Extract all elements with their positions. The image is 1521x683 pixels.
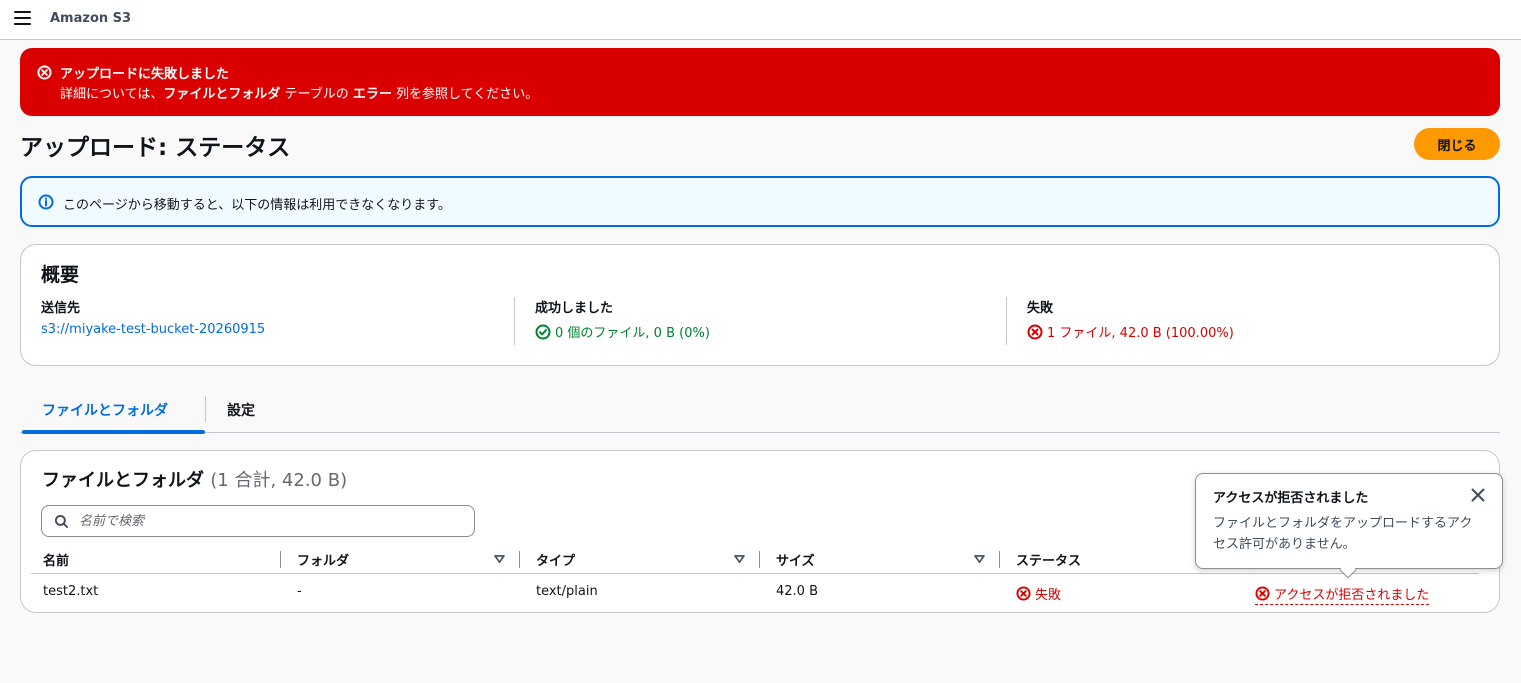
column-divider[interactable]: [519, 551, 520, 568]
cell-status: 失敗: [1016, 584, 1061, 603]
search-field: [41, 505, 475, 537]
sort-down-icon[interactable]: [974, 555, 985, 564]
files-table-count: (1 合計, 42.0 B): [210, 470, 348, 491]
info-alert-text: このページから移動すると、以下の情報は利用できなくなります。: [63, 198, 451, 213]
summary-container: 概要 送信先 s3://miyake-test-bucket-20260915 …: [20, 244, 1500, 366]
flash-text: テーブルの: [280, 87, 353, 102]
tab-settings[interactable]: 設定: [227, 392, 255, 433]
cell-name: test2.txt: [43, 584, 99, 599]
flash-title: アップロードに失敗しました: [60, 67, 230, 82]
error-flashbar: アップロードに失敗しました 詳細については、ファイルとフォルダ テーブルの エラ…: [20, 48, 1500, 116]
success-check-icon: [535, 324, 551, 339]
cell-size: 42.0 B: [776, 584, 818, 599]
table-header-divider: [31, 573, 1479, 574]
files-table-title: ファイルとフォルダ (1 合計, 42.0 B): [42, 466, 347, 492]
column-header-status[interactable]: ステータス: [1016, 550, 1081, 569]
summary-destination: 送信先 s3://miyake-test-bucket-20260915: [41, 297, 265, 337]
status-text: 失敗: [1035, 588, 1062, 603]
column-divider[interactable]: [759, 551, 760, 568]
succeeded-value: 0 個のファイル, 0 B (0%): [555, 326, 710, 341]
error-icon: [1027, 324, 1043, 339]
cell-type: text/plain: [536, 584, 598, 599]
info-icon: [38, 194, 54, 210]
search-icon: [54, 514, 69, 529]
column-header-type[interactable]: タイプ: [536, 550, 575, 569]
summary-succeeded: 成功しました 0 個のファイル, 0 B (0%): [535, 297, 710, 341]
column-divider[interactable]: [999, 551, 1000, 568]
flash-text: 列を参照してください。: [391, 87, 539, 102]
cell-error-link[interactable]: アクセスが拒否されました: [1255, 584, 1430, 605]
summary-failed: 失敗 1 ファイル, 42.0 B (100.00%): [1027, 297, 1234, 341]
tab-bar: ファイルとフォルダ 設定: [20, 392, 1500, 434]
close-button[interactable]: 閉じる: [1414, 128, 1500, 160]
succeeded-label: 成功しました: [535, 301, 614, 316]
close-icon[interactable]: [1470, 487, 1486, 503]
error-popover: アクセスが拒否されました ファイルとフォルダをアップロードするアクセス許可があり…: [1195, 473, 1503, 579]
sort-down-icon[interactable]: [734, 555, 745, 564]
error-icon: [1016, 586, 1031, 601]
destination-label: 送信先: [41, 301, 81, 316]
summary-divider: [1006, 297, 1007, 345]
flash-bold-text: ファイルとフォルダ: [163, 87, 281, 102]
flash-text: 詳細については、: [60, 87, 164, 102]
menu-icon[interactable]: [14, 11, 31, 25]
failed-value: 1 ファイル, 42.0 B (100.00%): [1047, 326, 1234, 341]
page-title: アップロード: ステータス: [20, 135, 291, 161]
destination-link[interactable]: s3://miyake-test-bucket-20260915: [41, 322, 265, 337]
column-header-name[interactable]: 名前: [43, 550, 69, 569]
column-header-folder[interactable]: フォルダ: [297, 550, 349, 569]
error-icon: [1255, 586, 1270, 601]
service-name: Amazon S3: [50, 11, 132, 26]
flash-bold-text: エラー: [352, 87, 392, 102]
flash-message: 詳細については、ファイルとフォルダ テーブルの エラー 列を参照してください。: [60, 83, 538, 102]
column-header-size[interactable]: サイズ: [776, 550, 815, 569]
info-alert: このページから移動すると、以下の情報は利用できなくなります。: [20, 176, 1500, 227]
popover-title: アクセスが拒否されました: [1213, 491, 1369, 506]
column-divider[interactable]: [280, 551, 281, 568]
failed-label: 失敗: [1027, 301, 1054, 316]
error-icon: [37, 65, 52, 80]
error-text: アクセスが拒否されました: [1274, 588, 1430, 603]
search-input[interactable]: [77, 510, 467, 532]
cell-folder: -: [297, 584, 302, 599]
popover-body: ファイルとフォルダをアップロードするアクセス許可がありません。: [1213, 516, 1473, 552]
tab-files-and-folders[interactable]: ファイルとフォルダ: [22, 392, 205, 434]
top-navigation-bar: Amazon S3: [0, 0, 1521, 40]
sort-down-icon[interactable]: [494, 555, 505, 564]
summary-title: 概要: [41, 264, 80, 286]
files-table-heading: ファイルとフォルダ: [42, 470, 204, 491]
tab-divider: [205, 396, 206, 422]
summary-divider: [514, 297, 515, 345]
